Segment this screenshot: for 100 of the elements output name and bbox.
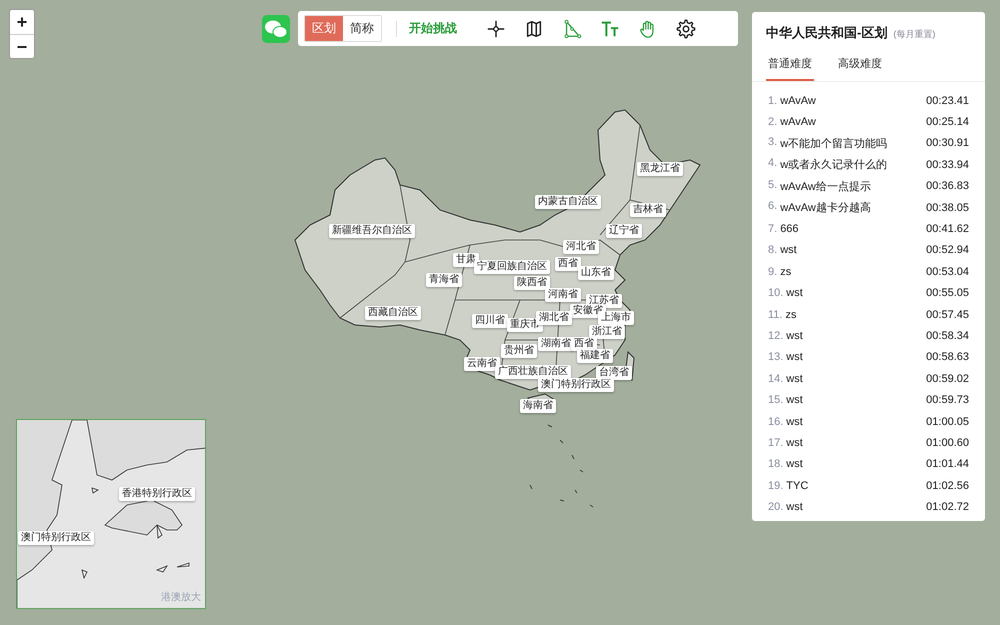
finish-time: 00:38.05 xyxy=(926,202,969,214)
region-label: 山东省 xyxy=(578,266,614,280)
player-name: wAvAw xyxy=(780,94,816,107)
difficulty-tab[interactable]: 普通难度 xyxy=(766,56,814,81)
player-name: zs xyxy=(780,266,792,278)
rank-number: 8. xyxy=(768,244,778,256)
region-label: 四川省 xyxy=(472,314,508,328)
rank-number: 14. xyxy=(768,372,784,385)
rank-number: 1. xyxy=(768,94,778,107)
finish-time: 01:02.72 xyxy=(926,501,969,514)
player-name: 666 xyxy=(780,223,799,236)
finish-time: 01:00.60 xyxy=(926,436,969,449)
finish-time: 00:36.83 xyxy=(926,180,969,192)
player-name: wst xyxy=(786,351,803,364)
rank-number: 11. xyxy=(768,308,782,321)
rank-number: 2. xyxy=(768,116,778,128)
player-name: wst xyxy=(786,287,803,300)
rank-number: 4. xyxy=(768,157,778,172)
zoom-out-button[interactable]: − xyxy=(10,34,34,58)
player-name: wst xyxy=(786,436,803,449)
region-label: 新疆维吾尔自治区 xyxy=(329,224,415,238)
finish-time: 00:58.63 xyxy=(926,351,969,364)
finish-time: 00:58.34 xyxy=(926,330,969,342)
region-label: 吉林省 xyxy=(630,203,666,217)
player-name: wst xyxy=(786,501,803,514)
region-label: 辽宁省 xyxy=(606,224,642,238)
player-name: wst xyxy=(786,458,803,470)
region-label: 澳门特别行政区 xyxy=(538,378,614,392)
finish-time: 00:53.04 xyxy=(926,266,969,278)
region-label: 浙江省 xyxy=(589,325,625,339)
rank-number: 13. xyxy=(768,351,784,364)
region-label: 福建省 xyxy=(577,349,613,363)
map-icon[interactable] xyxy=(524,18,544,38)
finish-time: 00:57.45 xyxy=(926,308,969,321)
finish-time: 01:02.56 xyxy=(926,480,969,492)
leaderboard-title: 中华人民共和国-区划 xyxy=(766,24,888,42)
rank-number: 19. xyxy=(768,480,784,492)
region-label: 云南省 xyxy=(464,357,500,371)
player-name: wAvAw越卡分越高 xyxy=(780,200,871,216)
player-name: wst xyxy=(786,372,803,385)
region-label: 湖北省 xyxy=(536,311,572,325)
region-label: 内蒙古自治区 xyxy=(535,195,601,209)
triangle-icon[interactable] xyxy=(562,18,582,38)
player-name: TYC xyxy=(786,480,808,492)
region-label: 海南省 xyxy=(520,399,556,413)
rank-number: 18. xyxy=(768,458,784,470)
start-challenge-button[interactable]: 开始挑战 xyxy=(409,20,457,37)
finish-time: 01:01.44 xyxy=(926,458,969,470)
finish-time: 00:55.05 xyxy=(926,287,969,300)
player-name: w或者永久记录什么的 xyxy=(780,158,888,172)
player-name: wAvAw给一点提示 xyxy=(780,180,871,194)
region-label: 广西壮族自治区 xyxy=(495,365,571,379)
region-label: 台湾省 xyxy=(596,366,632,380)
region-label: 澳门特别行政区 xyxy=(18,531,94,545)
region-label: 西省 xyxy=(555,257,581,271)
difficulty-tab[interactable]: 高级难度 xyxy=(836,56,884,81)
region-label: 湖南省 xyxy=(538,337,574,351)
rank-number: 20. xyxy=(768,501,784,514)
finish-time: 00:33.94 xyxy=(926,158,969,171)
player-name: wst xyxy=(780,244,797,256)
finish-time: 00:59.02 xyxy=(926,372,969,385)
player-name: wst xyxy=(786,394,803,406)
rank-number: 9. xyxy=(768,266,778,278)
crosshair-icon[interactable] xyxy=(486,18,506,38)
region-label: 西藏自治区 xyxy=(365,306,421,320)
finish-time: 00:30.91 xyxy=(926,137,969,150)
finish-time: 00:25.14 xyxy=(926,116,969,128)
rank-number: 12. xyxy=(768,330,784,342)
finish-time: 00:59.73 xyxy=(926,394,969,406)
rank-number: 17. xyxy=(768,436,784,449)
rank-number: 3. xyxy=(768,136,778,150)
rank-number: 10. xyxy=(768,287,784,300)
settings-icon[interactable] xyxy=(676,18,696,38)
player-name: zs xyxy=(785,308,796,321)
region-label: 宁夏回族自治区 xyxy=(474,260,550,274)
region-label: 香港特别行政区 xyxy=(119,487,195,501)
player-name: wAvAw xyxy=(780,116,816,128)
region-label: 西省 xyxy=(571,337,597,351)
player-name: wst xyxy=(786,330,803,342)
region-label: 河北省 xyxy=(563,240,599,254)
region-label: 黑龙江省 xyxy=(637,162,683,176)
finish-time: 00:23.41 xyxy=(926,94,969,107)
finish-time: 00:41.62 xyxy=(926,223,969,236)
finish-time: 00:52.94 xyxy=(926,244,969,256)
region-label: 陕西省 xyxy=(514,276,550,290)
rank-number: 5. xyxy=(768,178,778,193)
region-label: 河南省 xyxy=(545,288,581,302)
finish-time: 01:00.05 xyxy=(926,416,969,428)
region-label: 青海省 xyxy=(426,273,462,287)
reset-note: (每月重置) xyxy=(893,28,936,41)
zoom-in-button[interactable]: + xyxy=(10,10,34,34)
rank-number: 16. xyxy=(768,416,784,428)
inset-caption: 港澳放大 xyxy=(161,590,201,604)
wechat-icon[interactable] xyxy=(262,15,290,43)
text-size-icon[interactable] xyxy=(600,18,620,38)
rank-number: 15. xyxy=(768,394,784,406)
player-name: wst xyxy=(786,416,803,428)
rank-number: 7. xyxy=(768,223,778,236)
region-label: 上海市 xyxy=(598,311,634,325)
player-name: w不能加个留言功能吗 xyxy=(780,136,888,151)
